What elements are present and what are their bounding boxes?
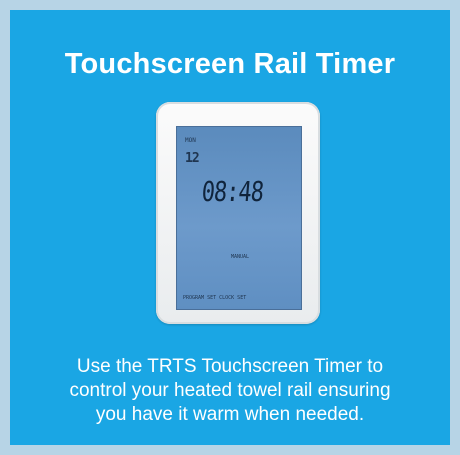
page-title: Touchscreen Rail Timer — [64, 48, 396, 80]
screen-mode-label: MANUAL — [231, 254, 250, 260]
product-card: Touchscreen Rail Timer MON 12 08:48 MANU… — [0, 0, 460, 455]
description-line: you have it warm when needed. — [95, 404, 365, 425]
screen-time: 08:48 — [200, 177, 265, 209]
screen-program-label: 12 — [185, 151, 200, 166]
lcd-screen: MON 12 08:48 MANUAL PROGRAM SET CLOCK SE… — [176, 126, 302, 310]
description-line: Use the TRTS Touchscreen Timer to — [76, 356, 384, 377]
screen-bottom-label: PROGRAM SET CLOCK SET — [183, 295, 247, 301]
screen-day-label: MON — [185, 137, 196, 144]
description-line: control your heated towel rail ensuring — [69, 380, 391, 401]
timer-device-image: MON 12 08:48 MANUAL PROGRAM SET CLOCK SE… — [156, 102, 320, 324]
description: Use the TRTS Touchscreen Timer to contro… — [30, 355, 430, 427]
